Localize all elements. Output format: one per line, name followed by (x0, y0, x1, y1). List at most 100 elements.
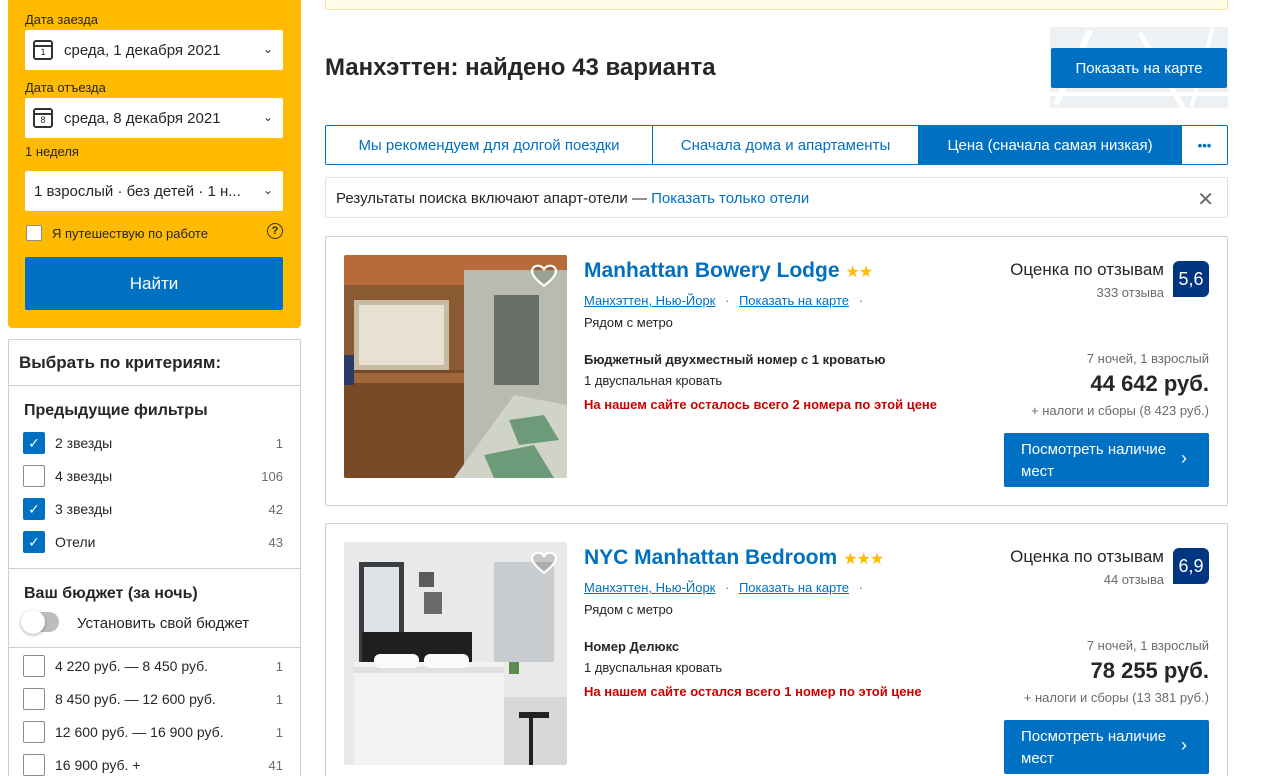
map-road (1050, 92, 1228, 96)
filter-label: 12 600 руб. — 16 900 руб. (55, 724, 224, 740)
chevron-down-icon: ⌄ (262, 110, 273, 124)
review-label: Оценка по отзывам (1010, 260, 1164, 279)
duration-label: 1 неделя (25, 144, 79, 159)
chevron-down-icon: ⌄ (262, 42, 273, 56)
help-icon[interactable]: ? (267, 223, 283, 239)
page: Дата заезда 1 среда, 1 декабря 2021 ⌄ Да… (0, 0, 1280, 776)
bed-type: 1 двуспальная кровать (584, 373, 723, 388)
checkbox[interactable] (23, 465, 45, 487)
heart-icon[interactable] (531, 264, 557, 288)
bed-type: 1 двуспальная кровать (584, 660, 723, 675)
show-on-map-button[interactable]: Показать на карте (1051, 48, 1227, 88)
checkbox[interactable]: ✓ (23, 531, 45, 553)
divider (9, 647, 300, 648)
show-only-hotels-link[interactable]: Показать только отели (651, 190, 809, 207)
star-rating-icon: ★★ (845, 264, 874, 281)
score-badge: 5,6 (1173, 261, 1209, 297)
checkbox[interactable]: ✓ (23, 432, 45, 454)
previous-filters-title: Предыдущие фильтры (24, 402, 208, 419)
filter-budget-2[interactable]: 8 450 руб. — 12 600 руб. 1 (23, 687, 283, 711)
show-on-map-link[interactable]: Показать на карте (739, 293, 849, 308)
score-badge: 6,9 (1173, 548, 1209, 584)
search-panel: Дата заезда 1 среда, 1 декабря 2021 ⌄ Да… (8, 0, 301, 328)
filter-4-stars[interactable]: 4 звезды 106 (23, 464, 283, 488)
page-title: Манхэттен: найдено 43 варианта (325, 54, 716, 81)
button-label: Посмотреть наличие мест (1021, 728, 1167, 767)
district-link[interactable]: Манхэттен, Нью-Йорк (584, 580, 715, 595)
check-availability-button[interactable]: Посмотреть наличие мест › (1004, 433, 1209, 487)
room-type: Номер Делюкс (584, 639, 680, 654)
chevron-down-icon: ⌄ (262, 183, 273, 197)
hotel-name-text[interactable]: NYC Manhattan Bedroom (584, 546, 837, 569)
filter-label: 4 220 руб. — 8 450 руб. (55, 658, 209, 674)
checkbox[interactable]: ✓ (23, 498, 45, 520)
filter-count: 41 (268, 757, 283, 773)
filter-budget-1[interactable]: 4 220 руб. — 8 450 руб. 1 (23, 654, 283, 678)
filter-count: 1 (275, 435, 283, 451)
calendar-icon: 1 (33, 40, 53, 60)
tab-long-stay[interactable]: Мы рекомендуем для долгой поездки (326, 126, 653, 164)
tab-homes-first[interactable]: Сначала дома и апартаменты (653, 126, 919, 164)
hotel-card: NYC Manhattan Bedroom ★★★ Манхэттен, Нью-… (325, 523, 1228, 776)
budget-title: Ваш бюджет (за ночь) (24, 585, 198, 602)
review-count: 333 отзыва (1096, 285, 1165, 300)
check-availability-button[interactable]: Посмотреть наличие мест › (1004, 720, 1209, 774)
filter-3-stars[interactable]: ✓ 3 звезды 42 (23, 497, 283, 521)
close-icon[interactable]: ✕ (1197, 187, 1214, 212)
heart-icon[interactable] (531, 551, 557, 575)
hotel-card: Manhattan Bowery Lodge ★★ Манхэттен, Нью-… (325, 236, 1228, 506)
filter-budget-3[interactable]: 12 600 руб. — 16 900 руб. 1 (23, 720, 283, 744)
hotel-name-text[interactable]: Manhattan Bowery Lodge (584, 259, 840, 282)
search-button[interactable]: Найти (25, 257, 283, 310)
aparthotel-notice: Результаты поиска включают апарт-отели —… (325, 177, 1228, 218)
filter-budget-4[interactable]: 16 900 руб. + 41 (23, 753, 283, 776)
district-link[interactable]: Манхэттен, Нью-Йорк (584, 293, 715, 308)
availability-warning: На нашем сайте осталось всего 2 номера п… (584, 397, 938, 412)
tab-more[interactable]: ••• (1182, 126, 1227, 164)
business-trip-label: Я путешествую по работе (52, 226, 208, 241)
checkbox[interactable] (23, 721, 45, 743)
room-type: Бюджетный двухместный номер с 1 кроватью (584, 352, 886, 367)
filter-label: 16 900 руб. + (55, 757, 141, 773)
hotel-name[interactable]: NYC Manhattan Bedroom ★★★ (584, 546, 884, 570)
hotel-photo[interactable] (344, 255, 567, 478)
checkbox[interactable] (23, 655, 45, 677)
guests-select[interactable]: 1 взрослый · без детей · 1 н... ⌄ (25, 171, 283, 211)
budget-toggle[interactable] (21, 610, 59, 634)
show-on-map-link[interactable]: Показать на карте (739, 580, 849, 595)
separator-dot: · (858, 293, 864, 308)
notice-text: Результаты поиска включают апарт-отели — (336, 190, 652, 207)
filter-2-stars[interactable]: ✓ 2 звезды 1 (23, 431, 283, 455)
business-trip-checkbox[interactable] (26, 225, 42, 241)
checkbox[interactable] (23, 688, 45, 710)
stay-summary: 7 ночей, 1 взрослый (1086, 351, 1209, 366)
price: 78 255 руб. (1090, 658, 1210, 683)
checkout-field[interactable]: 8 среда, 8 декабря 2021 ⌄ (25, 98, 283, 138)
filter-label: 8 450 руб. — 12 600 руб. (55, 691, 216, 707)
checkout-label: Дата отъезда (25, 80, 106, 95)
taxes: + налоги и сборы (8 423 руб.) (1030, 403, 1209, 418)
separator-dot: · (858, 580, 864, 595)
checkin-value: среда, 1 декабря 2021 (64, 41, 221, 59)
toggle-knob (21, 610, 45, 634)
filter-count: 1 (275, 691, 283, 707)
button-label: Посмотреть наличие мест (1021, 441, 1167, 480)
checkin-field[interactable]: 1 среда, 1 декабря 2021 ⌄ (25, 30, 283, 70)
star-rating-icon: ★★★ (843, 551, 884, 568)
sort-tabs: Мы рекомендуем для долгой поездки Сначал… (325, 125, 1228, 165)
filter-label: 4 звезды (55, 468, 113, 484)
filter-count: 106 (261, 468, 283, 484)
hotel-photo-image (344, 542, 567, 765)
hotel-name[interactable]: Manhattan Bowery Lodge ★★ (584, 259, 874, 283)
checkout-value: среда, 8 декабря 2021 (64, 109, 221, 127)
hotel-photo[interactable] (344, 542, 567, 765)
hotel-photo-image (344, 255, 567, 478)
filter-label: Отели (55, 534, 96, 550)
filter-label: 3 звезды (55, 501, 113, 517)
review-count: 44 отзыва (1103, 572, 1164, 587)
filter-hotels[interactable]: ✓ Отели 43 (23, 530, 283, 554)
tab-price-lowest[interactable]: Цена (сначала самая низкая) (919, 126, 1182, 164)
filter-count: 1 (275, 658, 283, 674)
checkbox[interactable] (23, 754, 45, 776)
metro-info: Рядом с метро (584, 315, 673, 330)
